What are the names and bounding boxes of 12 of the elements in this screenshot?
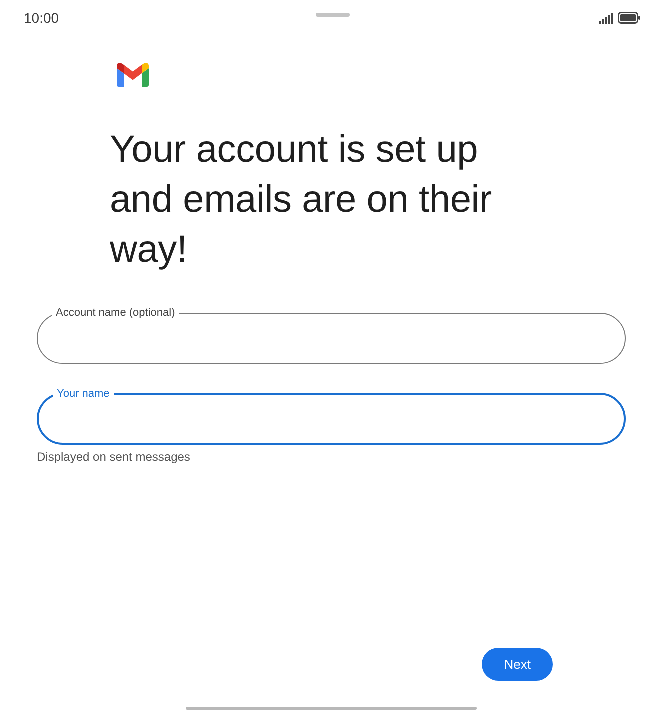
handle-bar (316, 13, 350, 17)
helper-text: Displayed on sent messages (37, 450, 190, 464)
next-button[interactable]: Next (482, 648, 553, 681)
field-label: Your name (56, 388, 111, 400)
status-time: 10:00 (24, 10, 60, 26)
field-label: Account name (optional) (55, 307, 176, 319)
battery-icon (618, 12, 641, 24)
text-field[interactable]: Account name (optional) (37, 307, 626, 364)
text-field[interactable]: Your name (37, 388, 626, 445)
m-logo-icon (117, 63, 149, 87)
signal-icon (599, 12, 613, 24)
page-heading: Your account is set up and emails are on their way! (110, 128, 493, 273)
